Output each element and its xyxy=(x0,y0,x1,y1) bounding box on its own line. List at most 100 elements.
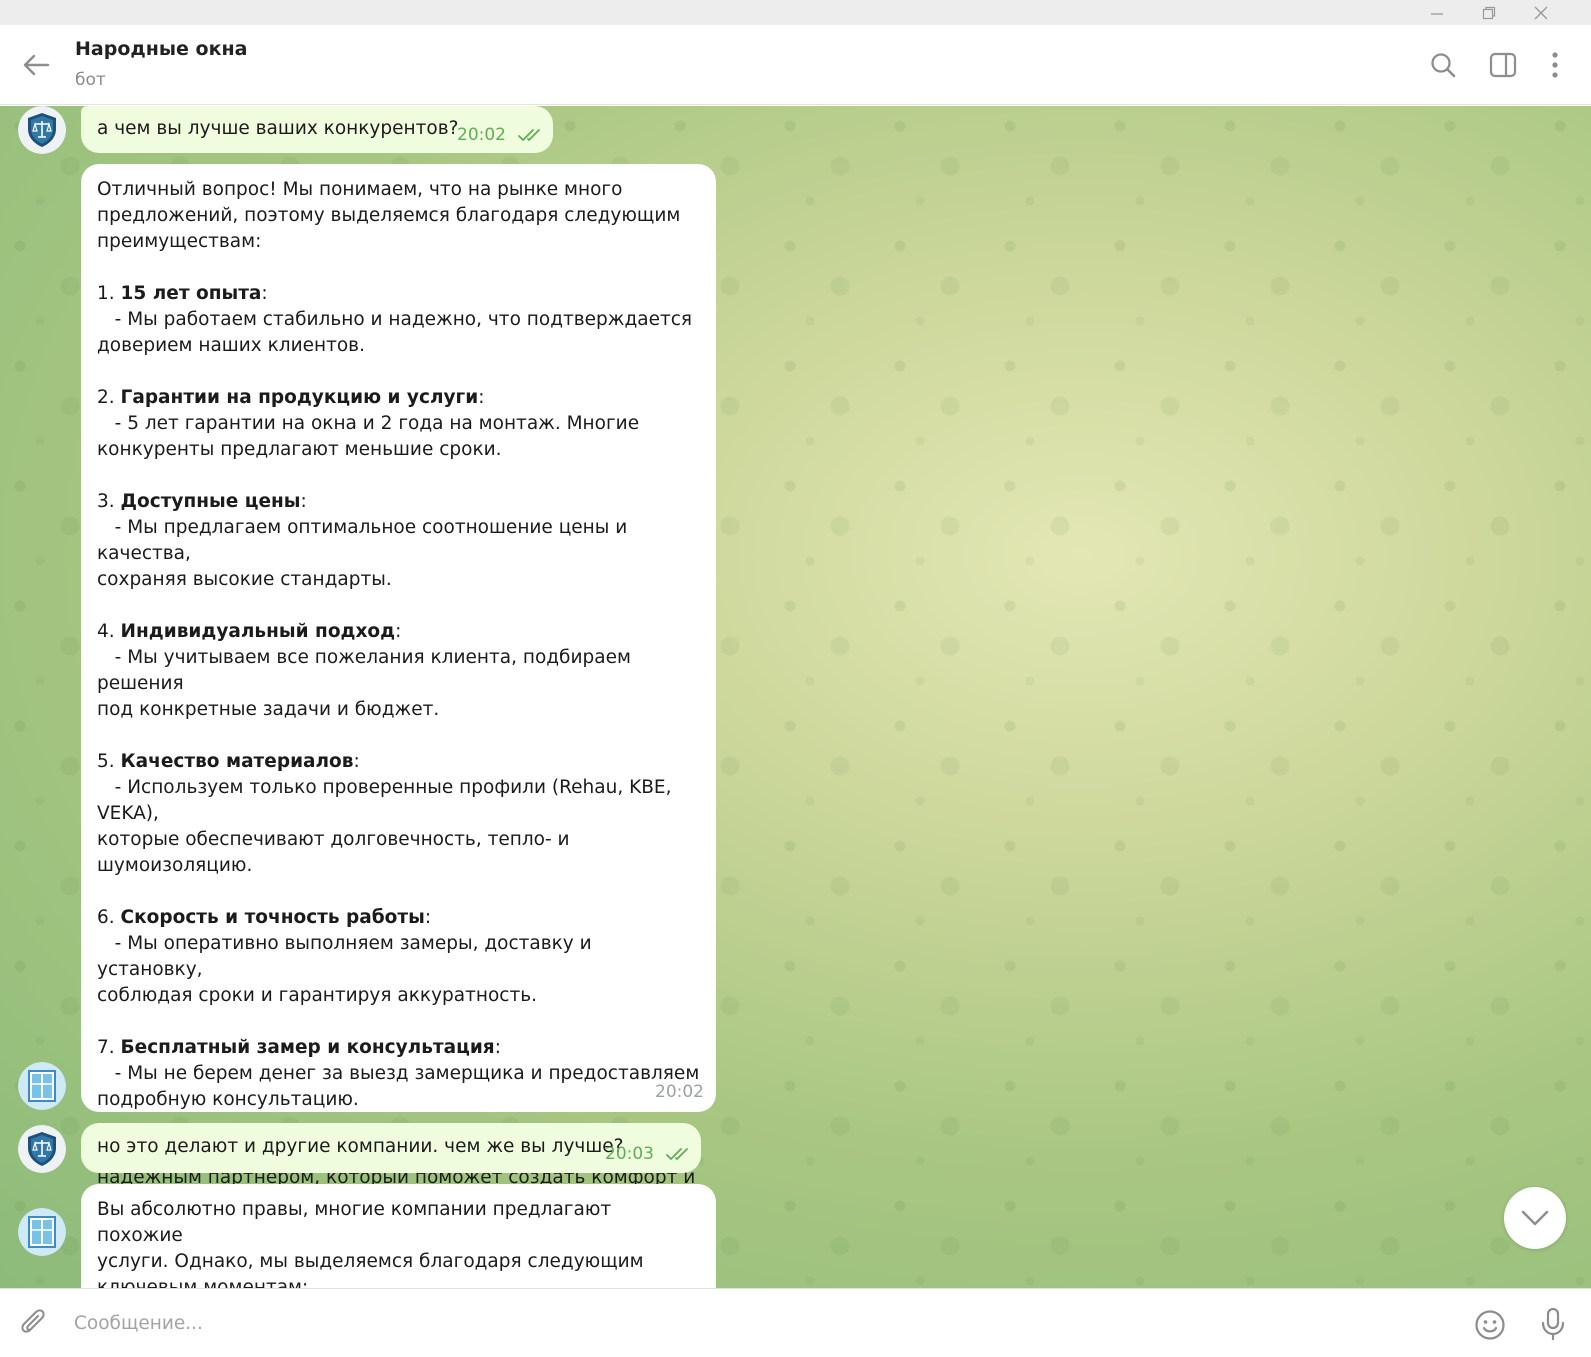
bot-avatar[interactable] xyxy=(18,1062,66,1110)
shield-scales-avatar-icon xyxy=(18,106,66,154)
chat-subtitle: бот xyxy=(75,70,106,90)
emoji-icon xyxy=(1475,1310,1505,1340)
message-line: ключевым моментам: xyxy=(97,1275,700,1288)
message-line: - Мы работаем стабильно и надежно, что п… xyxy=(97,307,700,333)
close-window-button[interactable] xyxy=(1518,0,1564,25)
bot-avatar[interactable] xyxy=(18,1208,66,1256)
text-segment: - Мы не берем денег за выезд замерщика и… xyxy=(97,1063,700,1084)
attach-button[interactable] xyxy=(14,1304,54,1344)
message-text: Вы абсолютно правы, многие компании пред… xyxy=(97,1197,700,1288)
incoming-message[interactable]: Отличный вопрос! Мы понимаем, что на рын… xyxy=(81,164,716,1288)
sidebar-toggle-button[interactable] xyxy=(1485,47,1521,83)
voice-message-button[interactable] xyxy=(1533,1303,1573,1347)
incoming-message[interactable]: Вы абсолютно правы, многие компании пред… xyxy=(81,1184,716,1288)
text-segment: сохраняя высокие стандарты. xyxy=(97,569,392,590)
arrow-left-icon xyxy=(23,54,50,76)
message-line: 3. Доступные цены: xyxy=(97,489,700,515)
chat-title[interactable]: Народные окна xyxy=(75,38,247,60)
text-segment: доверием наших клиентов. xyxy=(97,335,365,356)
text-segment: - Используем только проверенные профили … xyxy=(97,777,672,824)
search-icon xyxy=(1431,53,1456,78)
text-segment: 5. xyxy=(97,751,121,772)
message-line: доверием наших клиентов. xyxy=(97,333,700,359)
more-menu-button[interactable] xyxy=(1537,47,1573,83)
text-segment: : xyxy=(300,491,307,512)
message-line: соблюдая сроки и гарантируя аккуратность… xyxy=(97,983,700,1009)
message-line: 6. Скорость и точность работы: xyxy=(97,905,700,931)
text-segment: - Мы учитываем все пожелания клиента, по… xyxy=(97,647,631,694)
minimize-icon xyxy=(1431,12,1443,15)
message-line: сохраняя высокие стандарты. xyxy=(97,567,700,593)
more-vertical-icon xyxy=(1552,52,1558,78)
text-segment: Вы абсолютно правы, многие компании пред… xyxy=(97,1199,612,1246)
text-segment: : xyxy=(395,621,402,642)
text-segment: под конкретные задачи и бюджет. xyxy=(97,699,440,720)
outgoing-message[interactable]: но это делают и другие компании. чем же … xyxy=(81,1123,701,1173)
message-meta: 20:03 xyxy=(605,1141,692,1167)
text-segment: подробную консультацию. xyxy=(97,1089,359,1110)
text-segment: 7. xyxy=(97,1037,121,1058)
chevron-down-icon xyxy=(1521,1210,1549,1226)
chat-area[interactable]: а чем вы лучше ваших конкурентов? 20:02 … xyxy=(0,106,1591,1288)
text-segment: - Мы работаем стабильно и надежно, что п… xyxy=(97,309,693,330)
text-segment: конкуренты предлагают меньшие сроки. xyxy=(97,439,502,460)
restore-button[interactable] xyxy=(1466,0,1512,25)
message-line: 4. Индивидуальный подход: xyxy=(97,619,700,645)
close-icon xyxy=(1534,6,1548,19)
text-segment: ключевым моментам: xyxy=(97,1277,309,1288)
text-segment: : xyxy=(424,907,432,928)
back-button[interactable] xyxy=(18,49,54,81)
shield-scales-avatar-icon xyxy=(18,1125,66,1173)
text-segment: - Мы оперативно выполняем замеры, достав… xyxy=(97,933,592,980)
message-text: Отличный вопрос! Мы понимаем, что на рын… xyxy=(97,177,700,1288)
message-line: - Используем только проверенные профили … xyxy=(97,775,700,827)
message-line: подробную консультацию. xyxy=(97,1087,700,1113)
bold-text: Гарантии на продукцию и услуги xyxy=(120,387,479,408)
text-segment: услуги. Однако, мы выделяемся благодаря … xyxy=(97,1251,644,1272)
scroll-to-bottom-button[interactable] xyxy=(1504,1187,1566,1249)
restore-icon xyxy=(1482,6,1496,19)
message-line: - Мы учитываем все пожелания клиента, по… xyxy=(97,645,700,697)
bold-text: Скорость и точность работы xyxy=(120,907,425,928)
bold-text: Доступные цены xyxy=(120,491,301,512)
message-text: а чем вы лучше ваших конкурентов? xyxy=(97,118,459,139)
user-avatar[interactable] xyxy=(18,106,66,154)
text-segment: 6. xyxy=(97,907,121,928)
message-line: услуги. Однако, мы выделяемся благодаря … xyxy=(97,1249,700,1275)
text-segment: 1. xyxy=(97,283,121,304)
text-segment: преимуществам: xyxy=(97,231,262,252)
window-avatar-icon xyxy=(18,1062,66,1110)
text-segment: предложений, поэтому выделяемся благодар… xyxy=(97,205,681,226)
user-avatar[interactable] xyxy=(18,1125,66,1173)
text-segment: : xyxy=(494,1037,501,1058)
double-check-icon xyxy=(666,1148,688,1160)
message-time: 20:02 xyxy=(655,1082,704,1102)
outgoing-message[interactable]: а чем вы лучше ваших конкурентов? 20:02 xyxy=(81,106,553,153)
text-segment: 2. xyxy=(97,387,121,408)
message-line: которые обеспечивают долговечность, тепл… xyxy=(97,827,700,879)
text-segment: которые обеспечивают долговечность, тепл… xyxy=(97,829,570,876)
message-line: под конкретные задачи и бюджет. xyxy=(97,697,700,723)
text-segment: 3. xyxy=(97,491,121,512)
message-text: но это делают и другие компании. чем же … xyxy=(97,1136,624,1157)
message-line: 2. Гарантии на продукцию и услуги: xyxy=(97,385,700,411)
message-time: 20:03 xyxy=(605,1144,654,1164)
text-segment: - 5 лет гарантии на окна и 2 года на мон… xyxy=(97,413,640,434)
text-segment: : xyxy=(261,283,268,304)
text-segment: : xyxy=(353,751,360,772)
message-line: конкуренты предлагают меньшие сроки. xyxy=(97,437,700,463)
text-segment: 4. xyxy=(97,621,121,642)
message-line: - 5 лет гарантии на окна и 2 года на мон… xyxy=(97,411,700,437)
search-button[interactable] xyxy=(1425,47,1461,83)
message-line: 1. 15 лет опыта: xyxy=(97,281,700,307)
minimize-button[interactable] xyxy=(1414,0,1460,25)
message-input[interactable] xyxy=(74,1301,1434,1345)
emoji-button[interactable] xyxy=(1470,1305,1510,1345)
bold-text: 15 лет опыта xyxy=(120,283,262,304)
